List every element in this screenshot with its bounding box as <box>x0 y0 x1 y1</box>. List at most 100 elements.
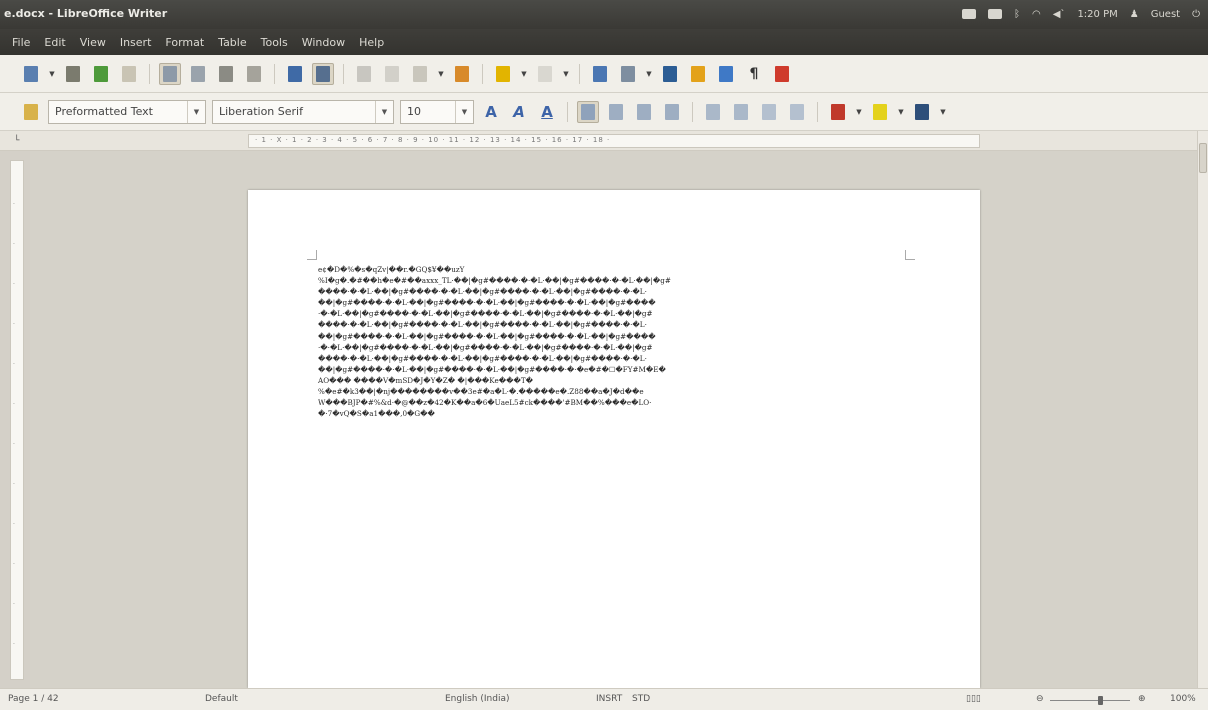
font-color-button[interactable] <box>827 101 849 123</box>
cut-button[interactable] <box>353 63 375 85</box>
tab-stop-selector-icon[interactable]: └ <box>14 136 19 146</box>
autospell-button[interactable] <box>312 62 334 85</box>
bold-button[interactable]: A <box>480 103 502 121</box>
increase-indent-button[interactable] <box>786 101 808 123</box>
formatting-marks-button[interactable]: ¶ <box>743 63 765 85</box>
menu-tools[interactable]: Tools <box>261 36 288 49</box>
menu-help[interactable]: Help <box>359 36 384 49</box>
ruler-marks: · 1 · X · 1 · 2 · 3 · 4 · 5 · 6 · 7 · 8 … <box>255 136 611 144</box>
align-center-button[interactable] <box>605 101 627 123</box>
insert-mode[interactable]: INSRT <box>596 694 622 704</box>
text-line: %I�g�.�#��h�e�#��axxx_TL·��|�g#����·�·�L… <box>318 276 671 286</box>
menu-table[interactable]: Table <box>218 36 246 49</box>
chevron-down-icon[interactable]: ▼ <box>375 100 393 123</box>
toolbar-separator <box>567 101 568 122</box>
font-size-value: 10 <box>407 105 421 118</box>
power-icon[interactable]: ⏻ <box>1192 5 1200 23</box>
gallery-button[interactable] <box>715 63 737 85</box>
menu-file[interactable]: File <box>12 36 30 49</box>
text-line: ��|�g#����·�·�L·��|�g#����·�·�L·��|�g#��… <box>318 364 666 374</box>
font-name-select[interactable]: Liberation Serif ▼ <box>212 99 394 124</box>
network-icon[interactable]: ◠ <box>1032 5 1041 23</box>
email-button[interactable] <box>118 63 140 85</box>
align-left-button[interactable] <box>577 100 599 123</box>
status-bar: Page 1 / 42 Default English (India) INSR… <box>0 688 1208 710</box>
redo-button[interactable] <box>534 63 556 85</box>
menu-insert[interactable]: Insert <box>120 36 152 49</box>
styles-formatting-button[interactable] <box>20 101 42 123</box>
user-icon[interactable]: ♟ <box>1130 5 1139 23</box>
align-right-button[interactable] <box>633 101 655 123</box>
vertical-scrollbar[interactable] <box>1197 131 1208 688</box>
numbering-button[interactable] <box>702 101 724 123</box>
copy-button[interactable] <box>381 63 403 85</box>
chevron-down-icon[interactable]: ▼ <box>187 100 205 123</box>
menu-edit[interactable]: Edit <box>44 36 65 49</box>
clock[interactable]: 1:20 PM <box>1077 5 1117 23</box>
paste-button[interactable] <box>409 63 431 85</box>
highlighting-button[interactable] <box>869 101 891 123</box>
horizontal-ruler[interactable]: · 1 · X · 1 · 2 · 3 · 4 · 5 · 6 · 7 · 8 … <box>248 134 980 148</box>
chevron-down-icon[interactable]: ▼ <box>897 108 905 116</box>
help-button[interactable] <box>771 63 793 85</box>
chevron-down-icon[interactable]: ▼ <box>645 70 653 78</box>
top-panel: e.docx - LibreOffice Writer ᛒ ◠ ◀ˋ 1:20 … <box>0 0 1208 29</box>
italic-button[interactable]: A <box>508 103 530 121</box>
edit-mode-button[interactable] <box>159 62 181 85</box>
zoom-slider[interactable] <box>1050 700 1130 701</box>
menu-window[interactable]: Window <box>302 36 345 49</box>
user-name[interactable]: Guest <box>1151 5 1180 23</box>
keyboard-icon[interactable] <box>988 5 1002 23</box>
toolbar-separator <box>817 101 818 122</box>
clone-formatting-button[interactable] <box>451 63 473 85</box>
chevron-down-icon[interactable]: ▼ <box>520 70 528 78</box>
background-color-button[interactable] <box>911 101 933 123</box>
text-line: ·�·�L·��|�g#����·�·�L·��|�g#����·�·�L·��… <box>318 309 653 319</box>
text-line: ����·�·�L·��|�g#����·�·�L·��|�g#����·�·�… <box>318 287 647 297</box>
justify-button[interactable] <box>661 101 683 123</box>
new-document-button[interactable] <box>20 63 42 85</box>
chevron-down-icon[interactable]: ▼ <box>455 100 473 123</box>
hyperlink-button[interactable] <box>589 63 611 85</box>
font-size-select[interactable]: 10 ▼ <box>400 99 474 124</box>
decrease-indent-button[interactable] <box>758 101 780 123</box>
underline-button[interactable]: A <box>536 103 558 121</box>
selection-mode[interactable]: STD <box>632 694 650 704</box>
paragraph-style-select[interactable]: Preformatted Text ▼ <box>48 99 206 124</box>
zoom-slider-knob[interactable] <box>1098 696 1103 705</box>
page-style[interactable]: Default <box>205 694 238 704</box>
print-preview-button[interactable] <box>243 63 265 85</box>
page-indicator[interactable]: Page 1 / 42 <box>8 694 59 704</box>
table-button[interactable] <box>617 63 639 85</box>
bullets-button[interactable] <box>730 101 752 123</box>
show-draw-functions-button[interactable] <box>659 63 681 85</box>
scrollbar-thumb[interactable] <box>1199 143 1207 173</box>
volume-icon[interactable]: ◀ˋ <box>1053 5 1066 23</box>
vertical-ruler[interactable]: · · · · · · · · · · · · <box>10 160 24 680</box>
chevron-down-icon[interactable]: ▼ <box>437 70 445 78</box>
menu-format[interactable]: Format <box>165 36 204 49</box>
font-name-value: Liberation Serif <box>219 105 303 118</box>
print-button[interactable] <box>215 63 237 85</box>
save-button[interactable] <box>90 63 112 85</box>
mail-icon[interactable] <box>962 5 976 23</box>
chevron-down-icon[interactable]: ▼ <box>855 108 863 116</box>
navigator-button[interactable] <box>687 63 709 85</box>
chevron-down-icon[interactable]: ▼ <box>939 108 947 116</box>
menu-view[interactable]: View <box>80 36 106 49</box>
bluetooth-icon[interactable]: ᛒ <box>1014 5 1020 23</box>
view-layout-icon[interactable]: ▯▯▯ <box>966 694 981 704</box>
text-line: %�e#�k3��|�nj��������v��3e#�a�L·�.�����e… <box>318 387 644 397</box>
undo-button[interactable] <box>492 63 514 85</box>
chevron-down-icon[interactable]: ▼ <box>48 70 56 78</box>
export-pdf-button[interactable] <box>187 63 209 85</box>
chevron-down-icon[interactable]: ▼ <box>562 70 570 78</box>
zoom-out-icon[interactable]: ⊖ <box>1036 694 1044 704</box>
open-button[interactable] <box>62 63 84 85</box>
zoom-in-icon[interactable]: ⊕ <box>1138 694 1146 704</box>
language-indicator[interactable]: English (India) <box>445 694 509 704</box>
document-text[interactable]: e¢�D�%�s�qZv|��r.�GQ$¥��uzY %I�g�.�#��h�… <box>318 264 918 419</box>
text-boundary-corner <box>307 250 317 260</box>
spellcheck-button[interactable] <box>284 63 306 85</box>
zoom-level[interactable]: 100% <box>1170 694 1196 704</box>
